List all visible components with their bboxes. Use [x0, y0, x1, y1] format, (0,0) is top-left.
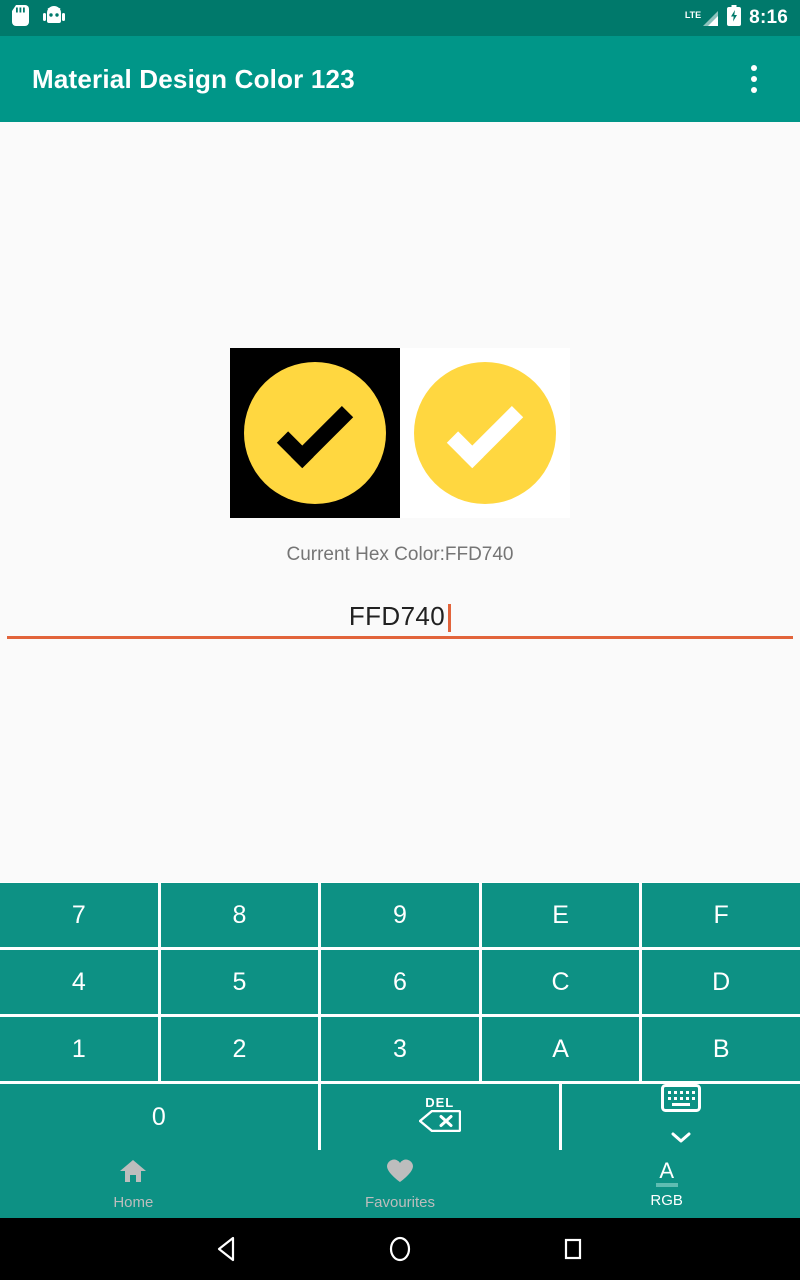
nav-label-home: Home: [113, 1193, 154, 1211]
android-head-icon: [43, 6, 65, 30]
key-d[interactable]: D: [642, 950, 800, 1014]
hex-input-value: FFD740: [348, 601, 446, 631]
keypad-row: 4 5 6 C D: [0, 950, 800, 1014]
key-2[interactable]: 2: [160, 1017, 319, 1081]
hex-keypad: 7 8 9 E F 4 5 6 C D 1 2 3 A B 0 DEL: [0, 882, 800, 1150]
delete-label: DEL: [425, 1094, 455, 1110]
heart-icon: [386, 1158, 414, 1189]
app-bar: Material Design Color 123: [0, 36, 800, 122]
key-3[interactable]: 3: [321, 1017, 479, 1081]
home-circle-icon[interactable]: [376, 1225, 424, 1273]
key-5[interactable]: 5: [160, 950, 319, 1014]
home-icon: [119, 1158, 147, 1189]
key-c[interactable]: C: [481, 950, 640, 1014]
keypad-row: 7 8 9 E F: [0, 883, 800, 947]
overflow-dot: [751, 87, 757, 93]
status-bar-left-icons: [12, 5, 65, 31]
color-preview-dark-tile: [230, 348, 400, 518]
overflow-dot: [751, 76, 757, 82]
nav-label-favourites: Favourites: [364, 1193, 436, 1211]
bottom-navigation: Home Favourites A RGB: [0, 1150, 800, 1218]
delete-glyph: DEL: [418, 1094, 461, 1139]
text-format-underline: [655, 1182, 678, 1187]
key-f[interactable]: F: [642, 883, 800, 947]
chevron-down-icon: [671, 1121, 691, 1150]
main-content: Current Hex Color:FFD740 FFD740: [0, 122, 800, 882]
key-0[interactable]: 0: [0, 1084, 318, 1150]
overflow-menu-icon[interactable]: [732, 55, 776, 103]
keypad-row: 0 DEL: [0, 1084, 800, 1150]
key-a[interactable]: A: [481, 1017, 640, 1081]
status-bar-right-icons: LTE 8:16: [685, 5, 788, 31]
battery-charging-icon: [727, 5, 742, 31]
status-bar-clock: 8:16: [749, 7, 788, 28]
nav-label-rgb: RGB: [650, 1191, 683, 1209]
key-b[interactable]: B: [642, 1017, 800, 1081]
recents-square-icon[interactable]: [549, 1225, 597, 1273]
lte-signal-icon: LTE: [685, 10, 719, 27]
sd-card-icon: [12, 5, 29, 31]
page-title: Material Design Color 123: [32, 63, 355, 94]
text-caret: [448, 604, 452, 632]
overflow-dot: [751, 65, 757, 71]
keypad-row: 1 2 3 A B: [0, 1017, 800, 1081]
hide-keyboard-glyph: [660, 1084, 701, 1150]
app-screen: LTE 8:16 Material Design Color 123 Curre…: [0, 0, 800, 1280]
check-mark-icon: [276, 391, 354, 469]
text-format-letter: A: [659, 1157, 675, 1183]
back-triangle-icon[interactable]: [203, 1225, 251, 1273]
key-hide-keyboard[interactable]: [561, 1084, 800, 1150]
color-preview-row: [230, 348, 570, 518]
android-system-nav: [0, 1218, 800, 1280]
status-bar: LTE 8:16: [0, 0, 800, 36]
hex-input-field[interactable]: FFD740: [7, 601, 793, 639]
text-format-icon: A: [655, 1157, 678, 1187]
color-preview-light-tile: [400, 348, 570, 518]
key-4[interactable]: 4: [0, 950, 158, 1014]
key-e[interactable]: E: [481, 883, 640, 947]
check-circle-dark: [244, 362, 386, 504]
nav-item-home[interactable]: Home: [0, 1158, 267, 1211]
lte-label: LTE: [684, 9, 702, 20]
current-hex-color-label: Current Hex Color:FFD740: [286, 544, 514, 565]
check-circle-light: [414, 362, 556, 504]
nav-item-favourites[interactable]: Favourites: [267, 1158, 534, 1211]
key-6[interactable]: 6: [321, 950, 479, 1014]
key-9[interactable]: 9: [321, 883, 479, 947]
keyboard-hide-icon: [660, 1084, 701, 1119]
check-mark-icon: [446, 391, 524, 469]
key-8[interactable]: 8: [160, 883, 319, 947]
key-7[interactable]: 7: [0, 883, 158, 947]
nav-item-rgb[interactable]: A RGB: [533, 1157, 800, 1209]
key-delete[interactable]: DEL: [320, 1084, 559, 1150]
key-1[interactable]: 1: [0, 1017, 158, 1081]
backspace-icon: [418, 1109, 461, 1139]
